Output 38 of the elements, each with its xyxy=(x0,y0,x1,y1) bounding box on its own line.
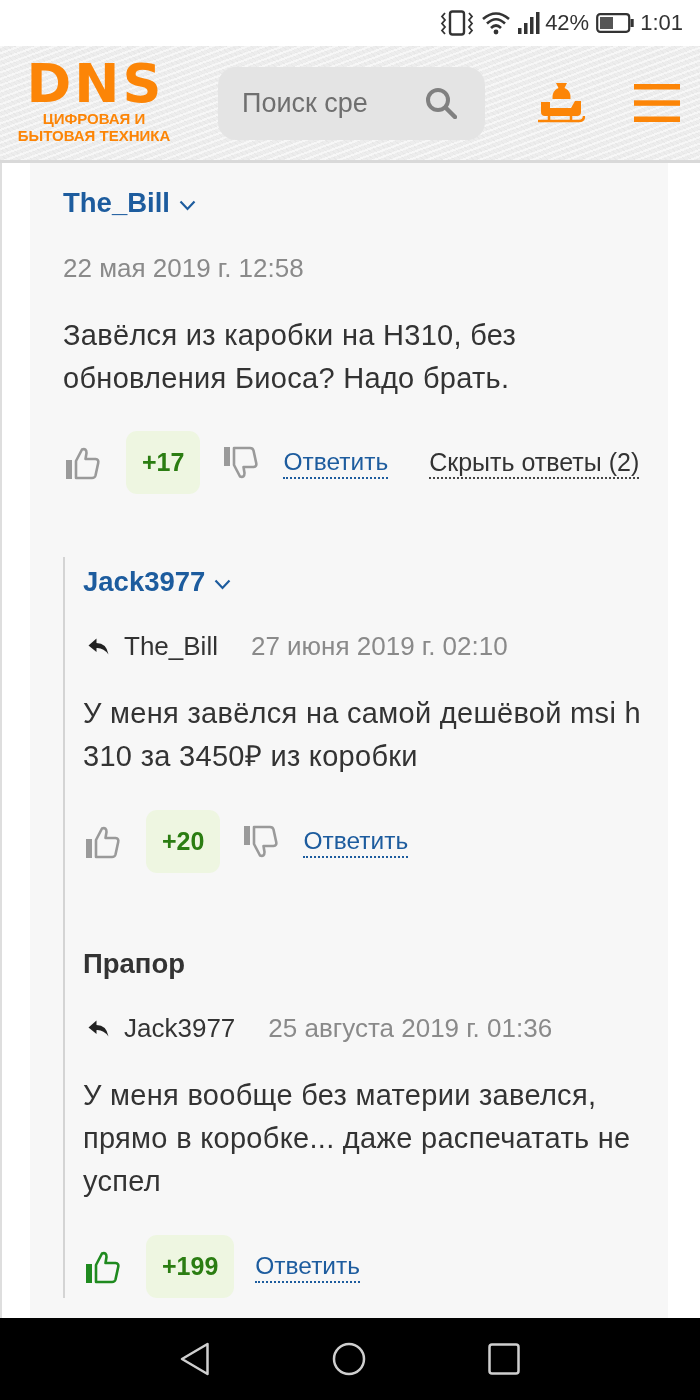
clock-time: 1:01 xyxy=(640,10,683,36)
battery-icon xyxy=(596,13,635,33)
username[interactable]: The_Bill xyxy=(63,183,170,223)
reply-arrow-icon xyxy=(88,1019,109,1037)
comment-date: 27 июня 2019 г. 02:10 xyxy=(250,631,508,661)
sleigh-icon[interactable] xyxy=(537,82,585,124)
thumbs-down-icon[interactable] xyxy=(243,823,280,860)
recents-icon[interactable] xyxy=(488,1343,520,1375)
reply-link[interactable]: Ответить xyxy=(303,825,409,858)
username: Прапор xyxy=(83,947,186,981)
rating-badge: +17 xyxy=(126,431,201,494)
rating-badge: +20 xyxy=(146,810,221,873)
chevron-down-icon[interactable] xyxy=(178,199,196,211)
reply-link[interactable]: Ответить xyxy=(283,446,389,479)
chevron-down-icon[interactable] xyxy=(214,578,232,590)
comment-text: У меня вообще без материи завелся, прямо в коробке... даже распечатать не успел xyxy=(83,1078,632,1199)
logo-tagline: БЫТОВАЯ ТЕХНИКА xyxy=(17,127,171,144)
logo-tagline: ЦИФРОВАЯ И xyxy=(42,110,146,127)
search-field[interactable]: Поиск сре xyxy=(218,66,485,140)
username[interactable]: Jack3977 xyxy=(83,562,206,602)
comment-text: У меня завёлся на самой дешёвой msi h 310 за 3450₽ из коробки xyxy=(83,696,642,774)
battery-percentage: 42% xyxy=(545,10,590,36)
signal-icon xyxy=(518,11,541,35)
menu-icon[interactable] xyxy=(634,84,680,122)
wifi-icon xyxy=(482,11,511,35)
comment-date: 22 мая 2019 г. 12:58 xyxy=(63,253,304,283)
hide-replies-link[interactable]: Скрыть ответы (2) xyxy=(429,446,640,479)
thumbs-down-icon[interactable] xyxy=(223,444,260,481)
reply-link[interactable]: Ответить xyxy=(255,1250,361,1283)
reply-to-name: The_Bill xyxy=(124,631,218,661)
comment-date: 25 августа 2019 г. 01:36 xyxy=(268,1013,553,1043)
reply-arrow-icon xyxy=(88,637,109,655)
search-icon[interactable] xyxy=(425,86,457,119)
reply-to-name: Jack3977 xyxy=(124,1013,236,1043)
home-icon[interactable] xyxy=(332,1342,366,1376)
rating-badge: +199 xyxy=(146,1235,235,1298)
back-icon[interactable] xyxy=(180,1342,210,1376)
comment-text: Завёлся из каробки на H310, без обновления Биоса? Надо брать. xyxy=(63,318,518,396)
